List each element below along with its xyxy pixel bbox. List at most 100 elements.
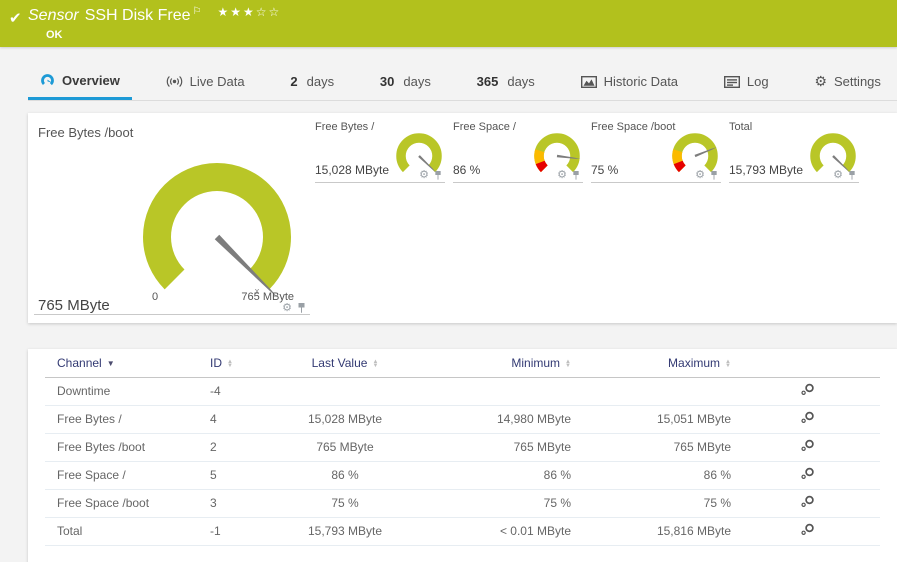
gear-icon[interactable]: ⚙ [419, 170, 429, 181]
channel-id: 5 [210, 461, 280, 490]
edit-channel-icon[interactable] [800, 411, 815, 424]
table-row: Free Space /boot 3 75 % 75 % 75 % [45, 489, 880, 518]
edit-channel-icon[interactable] [800, 495, 815, 508]
edit-channel-icon[interactable] [800, 467, 815, 480]
table-row: Free Bytes / 4 15,028 MByte 14,980 MByte… [45, 405, 880, 434]
gauge-tile-free-space-root[interactable]: Free Space / 86 % ⚙ [453, 119, 583, 183]
broadcast-icon [166, 76, 182, 87]
flag-icon: ⚐ [192, 6, 202, 17]
pin-icon[interactable] [297, 302, 306, 314]
edit-channel-icon[interactable] [800, 523, 815, 536]
channel-name: Free Bytes / [45, 405, 210, 434]
gauge-title: Total [729, 121, 753, 133]
sensor-status-badge: OK [46, 29, 63, 41]
sort-desc-icon: ▼ [106, 358, 115, 368]
channel-minimum: 75 % [410, 489, 575, 518]
channel-minimum: 14,980 MByte [410, 405, 575, 434]
channel-name: Free Bytes /boot [45, 433, 210, 462]
tab-historic-data[interactable]: Historic Data [569, 63, 690, 100]
priority-stars[interactable]: ★★★☆☆ [217, 5, 281, 19]
channel-last-value: 15,793 MByte [280, 517, 410, 546]
tab-number: 365 [476, 74, 499, 89]
channel-maximum: 15,816 MByte [575, 517, 735, 546]
tab-2-days[interactable]: 2 days [278, 63, 346, 100]
channel-last-value [280, 377, 410, 406]
gauge-scale-min: 0 [152, 291, 159, 303]
gear-icon[interactable]: ⚙ [695, 170, 705, 181]
tab-label: Live Data [189, 74, 245, 89]
gauge-title: Free Space /boot [591, 121, 676, 133]
gauge-value: 15,793 MByte [729, 163, 804, 177]
tab-label: Log [746, 74, 769, 89]
column-header-maximum[interactable]: Maximum ▲ ▼ [575, 349, 735, 378]
channel-last-value: 86 % [280, 461, 410, 490]
column-header-minimum[interactable]: Minimum ▲ ▼ [410, 349, 575, 378]
gauges-panel: Free Bytes /boot x 0 765 MByte 765 MByte… [28, 113, 897, 323]
channel-minimum: < 0.01 MByte [410, 517, 575, 546]
channel-minimum [410, 377, 575, 406]
gauge-tile-free-bytes-root[interactable]: Free Bytes / 15,028 MByte ⚙ [315, 119, 445, 183]
tab-live-data[interactable]: Live Data [154, 63, 257, 100]
channel-name: Free Space / [45, 461, 210, 490]
ok-check-icon: ✔ [9, 10, 22, 27]
channel-minimum: 86 % [410, 461, 575, 490]
table-row: Free Bytes /boot 2 765 MByte 765 MByte 7… [45, 433, 880, 462]
column-header-id[interactable]: ID ▲ ▼ [210, 349, 280, 378]
gauge-title: Free Bytes / [315, 121, 375, 133]
edit-channel-icon[interactable] [800, 383, 815, 396]
tab-label: days [507, 74, 535, 89]
gear-icon[interactable]: ⚙ [282, 302, 292, 314]
table-row: Total -1 15,793 MByte < 0.01 MByte 15,81… [45, 517, 880, 546]
pin-icon[interactable] [848, 170, 856, 181]
table-row: Free Space / 5 86 % 86 % 86 % [45, 461, 880, 490]
pin-icon[interactable] [572, 170, 580, 181]
gauge-title: Free Bytes /boot [38, 125, 134, 140]
tab-overview[interactable]: Overview [28, 63, 132, 100]
tab-log[interactable]: Log [712, 63, 781, 100]
channel-id: 4 [210, 405, 280, 434]
gear-icon[interactable]: ⚙ [557, 170, 567, 181]
channel-maximum [575, 377, 735, 406]
gauge-tile-total[interactable]: Total 15,793 MByte ⚙ [729, 119, 859, 183]
channel-id: 3 [210, 489, 280, 518]
channel-name: Free Space /boot [45, 489, 210, 518]
gear-icon[interactable]: ⚙ [833, 170, 843, 181]
tab-label: Overview [62, 72, 120, 88]
channel-maximum: 765 MByte [575, 433, 735, 462]
sort-icon: ▲ ▼ [725, 358, 731, 369]
tab-label: days [306, 74, 335, 89]
column-header-channel[interactable]: Channel ▼ [45, 349, 210, 378]
table-row: Downtime -4 [45, 377, 880, 406]
object-kind-label: Sensor [28, 7, 79, 24]
pin-icon[interactable] [434, 170, 442, 181]
tab-label: Settings [833, 74, 881, 89]
channel-id: 2 [210, 433, 280, 462]
tab-label: Historic Data [603, 74, 679, 89]
sort-icon: ▲ ▼ [227, 358, 233, 369]
gauge-tile-free-bytes-boot[interactable]: Free Bytes /boot x 0 765 MByte 765 MByte… [34, 119, 310, 315]
area-chart-icon [580, 75, 597, 88]
channel-table-panel: Channel ▼ ID ▲ ▼ Last Value ▲ ▼ Minimum ▲ ▼ Max… [28, 349, 897, 562]
edit-channel-icon[interactable] [800, 439, 815, 452]
sort-icon: ▲ ▼ [372, 358, 379, 369]
tab-settings[interactable]: ⚙ Settings [802, 63, 893, 100]
tab-30-days[interactable]: 30 days [368, 63, 443, 100]
channel-maximum: 15,051 MByte [575, 405, 735, 434]
tab-number: 30 [379, 74, 395, 89]
channel-id: -4 [210, 377, 280, 406]
channel-minimum: 765 MByte [410, 433, 575, 462]
pin-icon[interactable] [710, 170, 718, 181]
sort-icon: ▲ ▼ [565, 358, 571, 369]
gauge-value: 75 % [591, 163, 619, 177]
gauge-title: Free Space / [453, 121, 516, 133]
channel-id: -1 [210, 517, 280, 546]
log-list-icon [723, 75, 740, 88]
column-header-last-value[interactable]: Last Value ▲ ▼ [280, 349, 410, 378]
gauge-tile-free-space-boot[interactable]: Free Space /boot 75 % ⚙ [591, 119, 721, 183]
gauge-value: 86 % [453, 163, 481, 177]
tab-365-days[interactable]: 365 days [465, 63, 547, 100]
sensor-status-bar: ✔ Sensor SSH Disk Free ⚐ ★★★☆☆ OK [0, 0, 897, 47]
gauge-icon [41, 73, 54, 87]
gauge-value: 15,028 MByte [315, 163, 390, 177]
sensor-title: SSH Disk Free [84, 7, 191, 24]
